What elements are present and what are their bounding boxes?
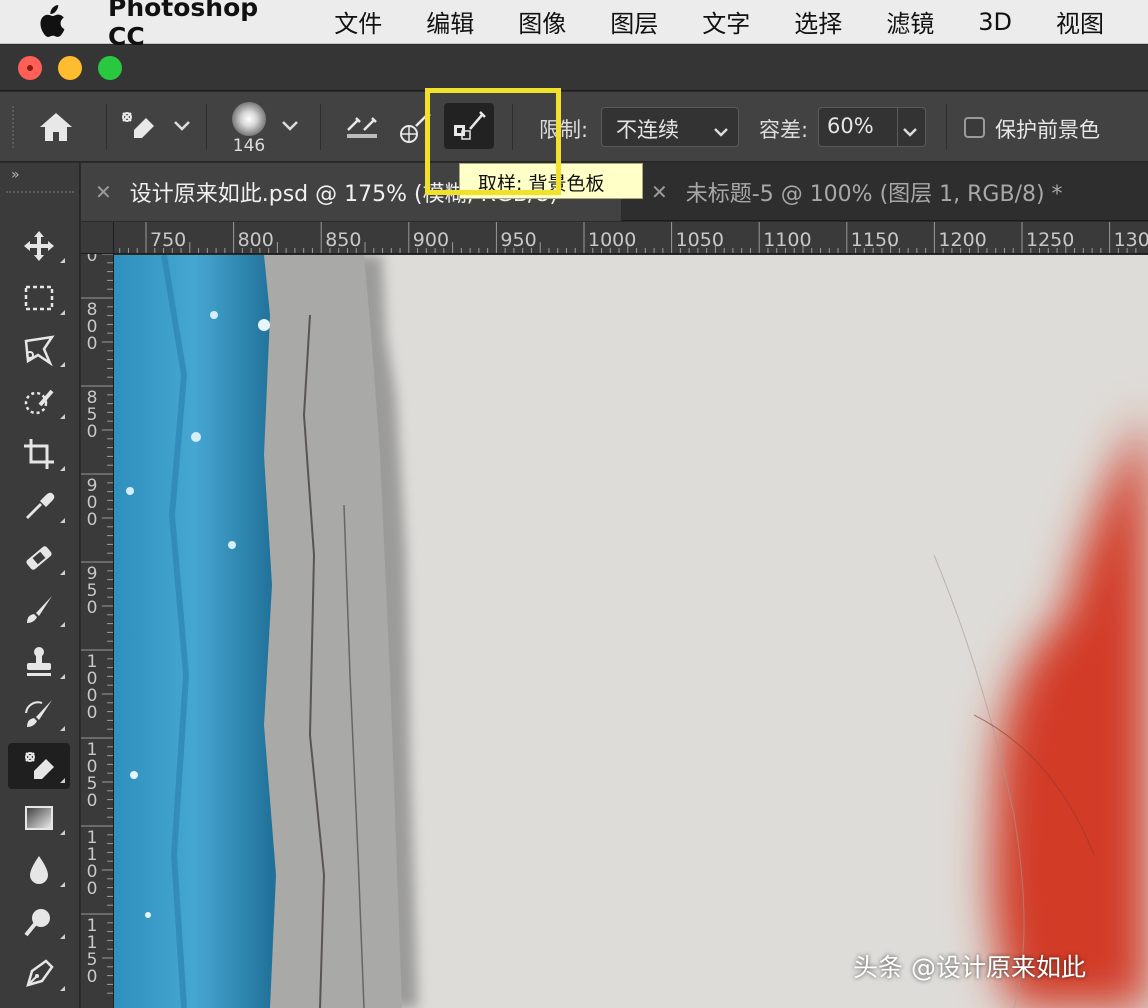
ruler-label: 850 — [325, 229, 362, 251]
chevron-down-icon[interactable] — [901, 120, 919, 137]
brush-tool[interactable] — [8, 587, 70, 633]
chevron-down-icon — [712, 120, 730, 137]
options-grip[interactable] — [12, 106, 16, 148]
menu-image[interactable]: 图像 — [518, 4, 566, 39]
ruler-label: 850 — [86, 388, 98, 442]
ruler-label: 1200 — [938, 229, 987, 251]
minimize-window-button[interactable] — [58, 56, 82, 80]
close-window-button[interactable] — [18, 56, 42, 80]
apple-logo-icon[interactable] — [36, 0, 66, 44]
menu-bar: Photoshop CC 文件 编辑 图像 图层 文字 选择 滤镜 3D 视图 — [0, 0, 1148, 51]
menu-select[interactable]: 选择 — [794, 4, 842, 39]
ruler-label: 1000 — [86, 652, 98, 723]
tolerance-input[interactable]: 60% — [818, 107, 926, 147]
marquee-tool[interactable] — [8, 275, 70, 321]
eyedropper-tool[interactable] — [8, 483, 70, 529]
ruler-label: 750 — [150, 229, 187, 251]
ruler-label: 1000 — [588, 229, 637, 251]
brush-picker-chevron-icon[interactable] — [280, 118, 300, 132]
ruler-label: 900 — [412, 229, 450, 251]
tolerance-label: 容差: — [759, 118, 809, 142]
ruler-label: 0 — [86, 254, 98, 266]
limit-select-value: 不连续 — [616, 118, 679, 142]
tooltip: 取样: 背景色板 — [459, 163, 643, 199]
ruler-label: 1050 — [675, 229, 724, 251]
ruler-label: 1100 — [86, 828, 98, 899]
brush-preview-icon[interactable] — [232, 102, 266, 136]
tab-document-2[interactable]: ✕ 未标题-5 @ 100% (图层 1, RGB/8) * — [637, 163, 1148, 221]
sampling-once-icon[interactable] — [396, 110, 436, 146]
tool-options-bar: 146 限制: 不连续 容差: 60% 保护前景色 — [0, 92, 1148, 162]
menu-edit[interactable]: 编辑 — [426, 4, 474, 39]
tab-label: 未标题-5 @ 100% (图层 1, RGB/8) * — [685, 182, 1063, 207]
collapse-panel-icon[interactable]: » — [11, 167, 20, 183]
ruler-label: 1050 — [86, 740, 98, 811]
protect-foreground-checkbox[interactable] — [964, 117, 985, 138]
menu-layer[interactable]: 图层 — [610, 4, 658, 39]
background-eraser-tool[interactable] — [8, 743, 70, 789]
move-tool[interactable] — [8, 223, 70, 269]
tolerance-value: 60% — [827, 114, 874, 138]
horizontal-ruler[interactable]: 750 800 850 900 950 1000 1050 1100 1150 1200 1250 1… — [114, 222, 1148, 254]
ruler-label: 900 — [86, 476, 98, 530]
ruler-label: 800 — [237, 229, 274, 251]
close-icon[interactable]: ✕ — [651, 180, 668, 204]
menu-view[interactable]: 视图 — [1056, 4, 1104, 39]
menu-file[interactable]: 文件 — [334, 4, 382, 39]
menu-filter[interactable]: 滤镜 — [886, 4, 934, 39]
crop-tool[interactable] — [8, 431, 70, 477]
ruler-label: 950 — [86, 564, 98, 618]
limit-label: 限制: — [539, 118, 589, 142]
ruler-label: 1300 — [1113, 229, 1148, 251]
close-icon[interactable]: ✕ — [95, 180, 112, 204]
canvas-image[interactable] — [114, 255, 1148, 1008]
watermark-text: 头条 @设计原来如此 — [853, 953, 1086, 982]
gradient-tool[interactable] — [8, 795, 70, 841]
protect-foreground-label[interactable]: 保护前景色 — [995, 114, 1100, 144]
menu-type[interactable]: 文字 — [702, 4, 750, 39]
blur-tool[interactable] — [8, 847, 70, 893]
limit-select[interactable]: 不连续 — [601, 107, 739, 147]
ruler-label: 1150 — [86, 916, 98, 987]
ruler-corner[interactable] — [81, 222, 114, 254]
ruler-label: 950 — [500, 229, 537, 251]
tools-panel: » — [0, 163, 80, 1008]
ruler-label: 800 — [86, 300, 98, 354]
sampling-background-swatch-button[interactable] — [444, 103, 494, 149]
healing-brush-tool[interactable] — [8, 535, 70, 581]
pen-tool[interactable] — [8, 951, 70, 997]
history-brush-tool[interactable] — [8, 691, 70, 737]
quick-select-tool[interactable] — [8, 379, 70, 425]
background-eraser-preset-icon[interactable] — [118, 108, 158, 144]
ruler-label: 1100 — [763, 229, 812, 251]
brush-size-value[interactable]: 146 — [226, 136, 272, 156]
ruler-label: 1150 — [850, 229, 900, 251]
lasso-tool[interactable] — [8, 327, 70, 373]
window-titlebar — [0, 45, 1148, 91]
clone-stamp-tool[interactable] — [8, 639, 70, 685]
sampling-continuous-icon[interactable] — [344, 110, 384, 140]
tool-preset-chevron-icon[interactable] — [172, 118, 192, 132]
menu-app-name[interactable]: Photoshop CC — [108, 0, 296, 51]
home-icon[interactable] — [36, 110, 76, 144]
zoom-window-button[interactable] — [98, 56, 122, 80]
ruler-label: 1250 — [1026, 229, 1075, 251]
dodge-tool[interactable] — [8, 899, 70, 945]
menu-3d[interactable]: 3D — [978, 8, 1012, 36]
vertical-ruler[interactable]: 0 800 850 900 950 1000 1050 1100 1150 — [81, 254, 114, 1008]
